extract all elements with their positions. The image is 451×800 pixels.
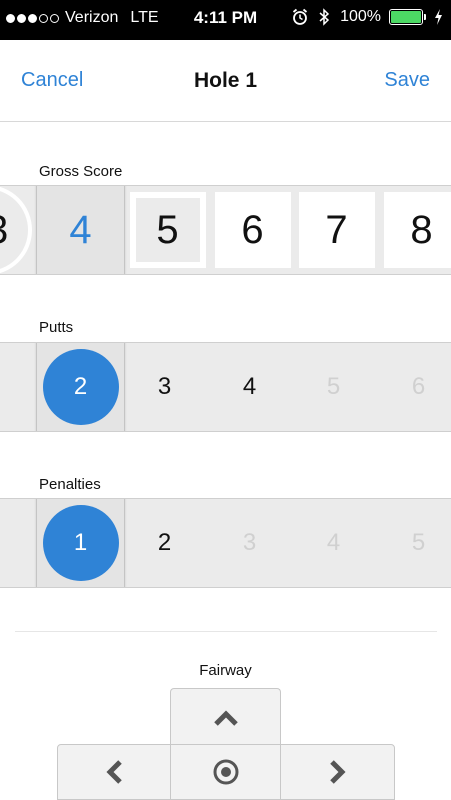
putts-label: Putts: [39, 319, 74, 336]
fairway-long-button[interactable]: [170, 688, 281, 746]
gross-score-selected-value: 4: [69, 207, 92, 252]
penalties-picker[interactable]: 0 1 2 3 4 5: [0, 498, 451, 588]
section-divider: [15, 631, 437, 632]
putts-picker[interactable]: 2 3 4 5 6: [0, 342, 451, 432]
option-value: 3: [242, 529, 257, 556]
gross-score-picker[interactable]: 3 4 5 6 7 8: [0, 185, 451, 275]
option-value: 4: [242, 373, 257, 400]
option-value: 4: [326, 529, 341, 556]
chevron-up-icon: [213, 709, 238, 726]
putts-option-disabled: 6: [376, 343, 451, 431]
charging-icon: [435, 9, 442, 25]
target-icon: [213, 759, 238, 785]
option-value: 6: [411, 373, 426, 400]
penalties-option[interactable]: 2: [122, 499, 207, 587]
option-value: 2: [157, 529, 172, 556]
penalties-option-disabled: 4: [291, 499, 376, 587]
putts-selected[interactable]: 2: [38, 343, 123, 431]
gross-score-label: Gross Score: [39, 163, 123, 180]
gross-score-option[interactable]: 5: [125, 186, 210, 274]
battery-icon: [389, 9, 426, 25]
fairway-left-button[interactable]: [57, 744, 171, 800]
gross-score-option[interactable]: 6: [210, 186, 295, 274]
putts-option[interactable]: 3: [122, 343, 207, 431]
putts-selected-value: 2: [42, 349, 119, 425]
option-value: 7: [325, 207, 348, 252]
option-value: 5: [326, 373, 341, 400]
option-value: 3: [157, 373, 172, 400]
option-value: 5: [411, 529, 426, 556]
gross-score-selected[interactable]: 4: [38, 186, 123, 274]
chevron-left-icon: [106, 760, 122, 784]
chevron-right-icon: [329, 760, 346, 784]
option-value: 6: [241, 207, 264, 252]
fairway-hit-button[interactable]: [170, 744, 281, 800]
fairway-right-button[interactable]: [280, 744, 395, 800]
penalties-option-disabled: 3: [207, 499, 292, 587]
page-title: Hole 1: [193, 69, 258, 92]
gross-score-option-partial[interactable]: 3: [0, 208, 8, 253]
penalties-label: Penalties: [39, 476, 101, 493]
navigation-bar: Cancel Hole 1 Save: [0, 40, 451, 122]
fairway-label: Fairway: [199, 662, 252, 679]
alarm-icon: [293, 8, 308, 25]
penalties-option-disabled: 5: [376, 499, 451, 587]
status-bar: Verizon LTE 4:11 PM 100%: [0, 0, 451, 40]
gross-score-option[interactable]: 8: [379, 186, 451, 274]
option-value: 8: [410, 207, 433, 252]
putts-option[interactable]: 4: [207, 343, 292, 431]
option-value: 5: [156, 207, 179, 252]
status-right: 100%: [292, 8, 443, 26]
penalties-selected-value: 1: [42, 505, 119, 581]
penalties-option-partial[interactable]: 0: [0, 499, 11, 587]
bluetooth-icon: [319, 8, 330, 26]
putts-option-disabled: 5: [291, 343, 376, 431]
penalties-selected[interactable]: 1: [38, 499, 123, 587]
battery-percent: 100%: [340, 8, 381, 25]
save-button[interactable]: Save: [384, 69, 430, 92]
gross-score-option[interactable]: 7: [294, 186, 379, 274]
